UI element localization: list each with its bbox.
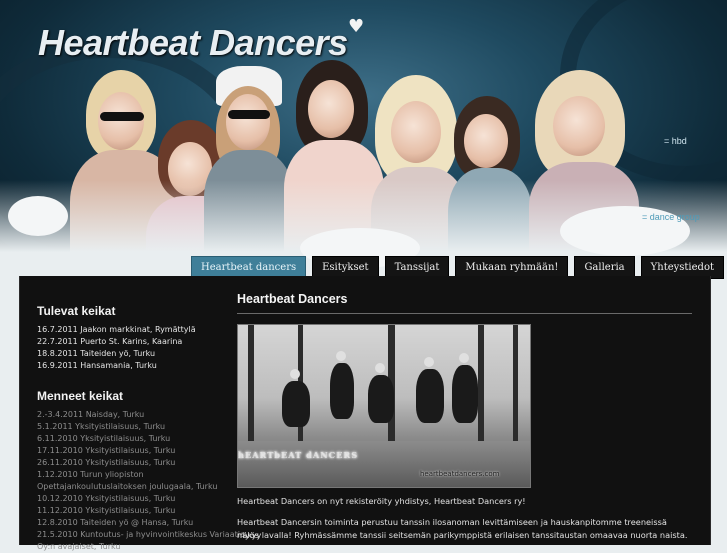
list-item: 16.7.2011 Jaakon markkinat, Rymättylä [37,325,196,334]
heart-icon: ♥ [348,16,365,37]
list-item: 1.12.2010 Turun yliopiston [37,470,144,479]
list-item: 22.7.2011 Puerto St. Karins, Kaarina [37,337,183,346]
photo-logo-text: hEARTbEAT dANCERS [238,450,359,460]
list-item: 26.11.2010 Yksityistilaisuus, Turku [37,458,176,467]
list-item: 18.8.2011 Taiteiden yö, Turku [37,349,156,358]
list-item: 2.-3.4.2011 Naisday, Turku [37,410,145,419]
list-item: Oy:n avajaiset, Turku [37,542,121,551]
list-item: 5.1.2011 Yksityistilaisuus, Turku [37,422,166,431]
upcoming-gigs-list: 16.7.2011 Jaakon markkinat, Rymättylä 22… [37,324,196,372]
group-photo: hEARTbEAT dANCERS heartbeatdancers.com [237,324,531,488]
tagline-hbd: = hbd [664,136,687,146]
list-item: 16.9.2011 Hansamania, Turku [37,361,157,370]
divider [237,313,692,314]
content-panel: Tulevat keikat 16.7.2011 Jaakon markkina… [19,276,711,551]
paint-splash [8,196,68,236]
past-gigs-list: 2.-3.4.2011 Naisday, Turku 5.1.2011 Yksi… [37,409,245,553]
header-banner: Heartbeat Dancers ♥ = hbd = dance group [0,0,727,276]
site-title: Heartbeat Dancers [38,22,348,63]
list-item: 11.12.2010 Yksityistilaisuus, Turku [37,506,176,515]
description-line-2: myös lavalla! Ryhmässämme tanssii seitse… [237,530,688,540]
list-item: Opettajankoulutuslaitoksen joulugaala, T… [37,482,218,491]
list-item: 6.11.2010 Yksityistilaisuus, Turku [37,434,171,443]
main-navigation: Heartbeat dancers Esitykset Tanssijat Mu… [191,256,724,279]
list-item: 21.5.2010 Kuntoutus- ja hyvinvointikesku… [37,530,245,539]
list-item: 17.11.2010 Yksityistilaisuus, Turku [37,446,176,455]
intro-paragraph: Heartbeat Dancers on nyt rekisteröity yh… [237,496,526,506]
tagline-dance-group: = dance group [642,212,700,222]
past-gigs-heading: Menneet keikat [37,389,124,403]
list-item: 12.8.2010 Taiteiden yö @ Hansa, Turku [37,518,194,527]
upcoming-gigs-heading: Tulevat keikat [37,304,116,318]
photo-url-text: heartbeatdancers.com [420,470,500,478]
list-item: 10.12.2010 Yksityistilaisuus, Turku [37,494,176,503]
page-title: Heartbeat Dancers [237,292,348,306]
